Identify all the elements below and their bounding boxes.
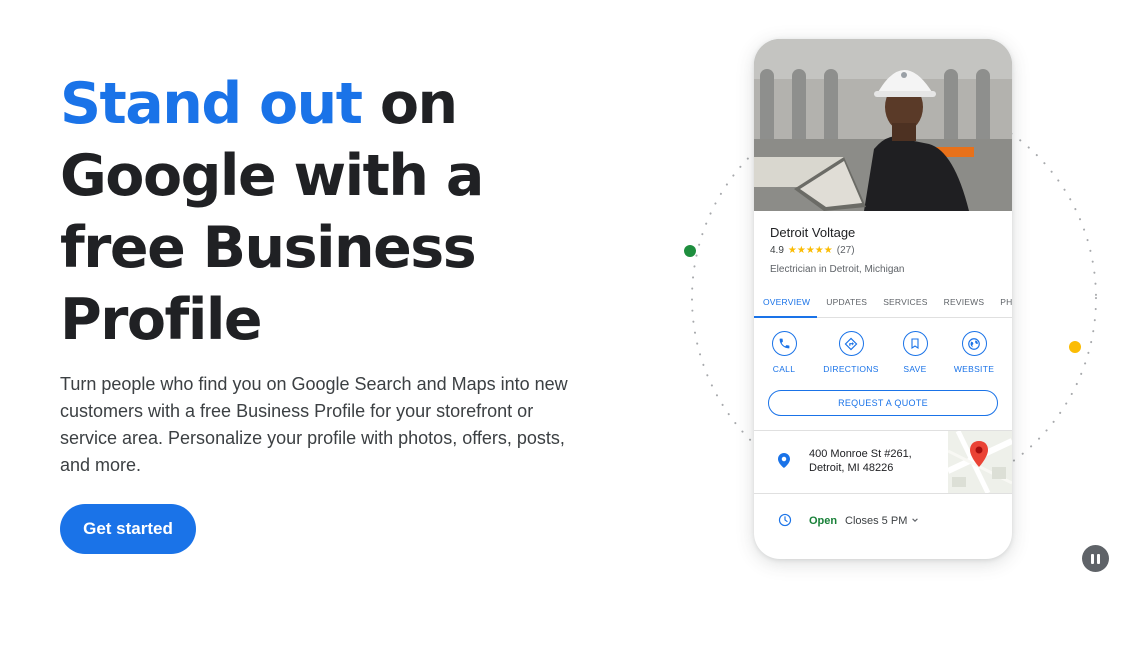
hero-heading: Stand out on Google with a free Business… (60, 68, 580, 356)
tab-reviews[interactable]: REVIEWS (935, 289, 992, 318)
pause-icon (1091, 553, 1094, 564)
hero-description: Turn people who find you on Google Searc… (60, 374, 568, 475)
directions-label: DIRECTIONS (823, 364, 879, 374)
business-profile-card: Detroit Voltage 4.9 ★★★★★ (27) Electrici… (754, 39, 1012, 559)
globe-icon (961, 331, 987, 356)
website-label: WEBSITE (953, 364, 995, 374)
call-action[interactable]: CALL (754, 331, 814, 374)
profile-tabs: OVERVIEW UPDATES SERVICES REVIEWS PHO (754, 289, 1012, 318)
request-quote-button[interactable]: REQUEST A QUOTE (768, 390, 998, 416)
hero-heading-accent: Stand out (60, 71, 363, 137)
address-row[interactable]: 400 Monroe St #261, Detroit, MI 48226 (754, 431, 1012, 493)
divider (754, 493, 1012, 494)
ring-green-dot (684, 245, 696, 257)
quick-actions: CALL DIRECTIONS SAVE WEBSITE (754, 331, 1012, 381)
tab-photos[interactable]: PHO (991, 289, 1012, 318)
hours-row[interactable]: Open Closes 5 PM (754, 505, 1012, 535)
ring-yellow-dot (1069, 341, 1081, 353)
save-label: SAVE (903, 364, 927, 374)
call-label: CALL (772, 364, 796, 374)
directions-action[interactable]: DIRECTIONS (821, 331, 881, 374)
rating-line: 4.9 ★★★★★ (27) (770, 245, 855, 256)
phone-icon (771, 331, 797, 356)
tab-updates[interactable]: UPDATES (817, 289, 874, 318)
tab-overview[interactable]: OVERVIEW (754, 289, 818, 318)
pause-animation-button[interactable] (1082, 545, 1109, 572)
business-photo (754, 39, 1012, 211)
open-status: Open (809, 515, 838, 527)
map-thumbnail[interactable] (948, 431, 1012, 493)
review-count[interactable]: (27) (837, 245, 855, 256)
address-line-1: 400 Monroe St #261, (809, 448, 912, 460)
pause-icon (1097, 553, 1100, 564)
tab-services[interactable]: SERVICES (874, 289, 934, 318)
address-text: 400 Monroe St #261, Detroit, MI 48226 (809, 447, 912, 475)
location-pin-icon (778, 453, 790, 468)
bookmark-icon (902, 331, 928, 356)
star-rating-icon: ★★★★★ (787, 245, 833, 256)
directions-icon (838, 331, 864, 356)
website-action[interactable]: WEBSITE (944, 331, 1004, 374)
get-started-button[interactable]: Get started (60, 504, 196, 554)
save-action[interactable]: SAVE (885, 331, 945, 374)
business-category: Electrician in Detroit, Michigan (770, 264, 905, 275)
chevron-down-icon[interactable] (911, 514, 919, 526)
address-line-2: Detroit, MI 48226 (809, 462, 894, 474)
business-name: Detroit Voltage (770, 225, 856, 240)
rating-value: 4.9 (770, 245, 784, 256)
clock-icon (778, 513, 792, 527)
closing-time: Closes 5 PM (845, 515, 908, 527)
